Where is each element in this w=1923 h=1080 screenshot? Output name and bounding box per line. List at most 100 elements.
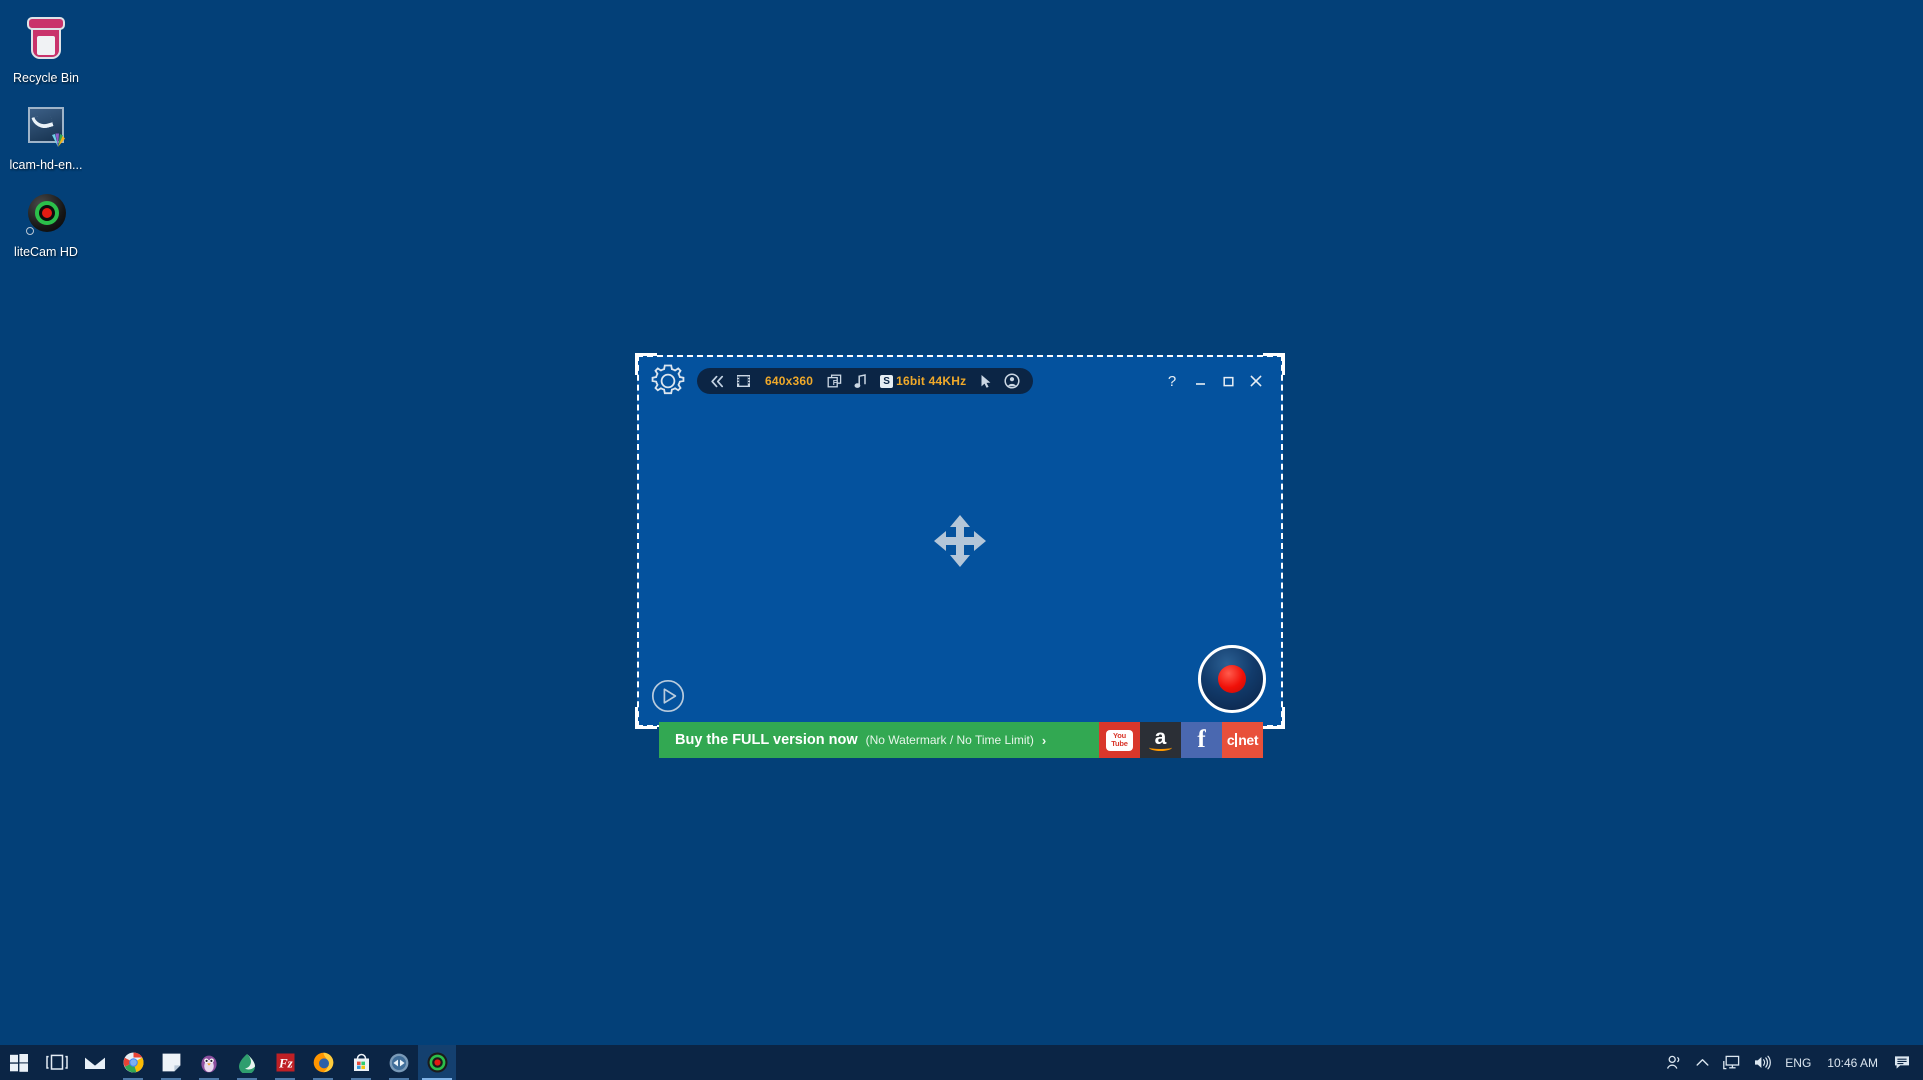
- amazon-button[interactable]: a: [1140, 722, 1181, 758]
- taskbar-item-filezilla[interactable]: Fz: [266, 1045, 304, 1080]
- desktop-icon-label: Recycle Bin: [13, 71, 79, 85]
- desktop-icon-list: Recycle Bin lcam-hd-en... liteCam HD: [0, 0, 110, 261]
- speaker-icon: [1755, 1055, 1772, 1070]
- amazon-smile: [1149, 744, 1172, 751]
- youtube-line-2: Tube: [1111, 739, 1128, 748]
- help-button[interactable]: ?: [1159, 368, 1185, 394]
- close-button[interactable]: [1243, 368, 1269, 394]
- litecam-hd-icon: [22, 190, 70, 238]
- resize-handle-bottom-right[interactable]: [1263, 707, 1285, 729]
- promo-main-text: Buy the FULL version now: [675, 732, 858, 748]
- promo-banner[interactable]: Buy the FULL version now (No Watermark /…: [659, 722, 1263, 758]
- move-region-handle[interactable]: [931, 512, 989, 570]
- tray-volume-button[interactable]: [1747, 1045, 1778, 1080]
- maps-icon: [239, 1053, 255, 1073]
- taskbar-item-start-button[interactable]: [0, 1045, 38, 1080]
- webcam-overlay-button[interactable]: [1000, 368, 1024, 394]
- notifications-icon: [1895, 1056, 1909, 1069]
- capture-region[interactable]: 640x360 F S 16bit 44KHz ?: [635, 353, 1285, 729]
- installer-icon: [22, 103, 70, 151]
- facebook-button[interactable]: f: [1181, 722, 1222, 758]
- record-button[interactable]: [1198, 645, 1266, 713]
- youtube-icon: You Tube: [1106, 729, 1133, 751]
- cursor-arrow-icon: [981, 374, 991, 388]
- microsoft-store-icon: [353, 1053, 369, 1071]
- cnet-right: net: [1238, 732, 1259, 748]
- mail-icon: [84, 1056, 106, 1069]
- music-note-icon: [854, 373, 866, 388]
- tray-language-indicator[interactable]: ENG: [1778, 1045, 1818, 1080]
- taskbar-item-penguin-app[interactable]: [190, 1045, 228, 1080]
- youtube-button[interactable]: You Tube: [1099, 722, 1140, 758]
- tray-network-button[interactable]: [1716, 1045, 1747, 1080]
- maximize-button[interactable]: [1215, 368, 1241, 394]
- cnet-left: c: [1226, 732, 1235, 748]
- minimize-button[interactable]: [1187, 368, 1213, 394]
- chevron-up-icon: [1696, 1059, 1709, 1066]
- gear-icon: [651, 364, 685, 395]
- settings-button[interactable]: [645, 358, 691, 404]
- desktop-icon-label: liteCam HD: [14, 245, 78, 259]
- double-chevron-left-icon: [711, 375, 724, 387]
- move-four-arrows-icon: [934, 515, 986, 567]
- svg-text:F: F: [833, 378, 838, 387]
- film-strip-icon: [737, 375, 750, 387]
- toolbar-pill: 640x360 F S 16bit 44KHz: [697, 368, 1034, 394]
- audio-settings-button[interactable]: [849, 368, 871, 394]
- audio-format-control[interactable]: S 16bit 44KHz: [874, 374, 972, 388]
- taskbar-item-microsoft-store[interactable]: [342, 1045, 380, 1080]
- recorder-toolbar: 640x360 F S 16bit 44KHz ?: [639, 357, 1281, 405]
- network-monitor-icon: [1723, 1055, 1740, 1070]
- play-button[interactable]: [651, 679, 685, 713]
- amazon-icon: a: [1149, 727, 1172, 751]
- tray-show-hidden-button[interactable]: [1689, 1045, 1716, 1080]
- frame-f-icon: F: [827, 374, 842, 388]
- taskbar-item-teamviewer[interactable]: [380, 1045, 418, 1080]
- tray-clock[interactable]: 10:46 AM: [1818, 1056, 1887, 1070]
- teamviewer-icon: [389, 1053, 409, 1072]
- cnet-button[interactable]: c net: [1222, 722, 1263, 758]
- promo-text-area[interactable]: Buy the FULL version now (No Watermark /…: [659, 722, 1099, 758]
- window-controls: ?: [1159, 368, 1281, 394]
- taskbar-item-firefox[interactable]: [304, 1045, 342, 1080]
- audio-source-badge: S: [880, 374, 894, 388]
- firefox-icon: [313, 1052, 333, 1073]
- filezilla-icon: Fz: [276, 1053, 294, 1072]
- play-circle-icon: [651, 679, 685, 713]
- fan-glyph: [52, 133, 65, 147]
- penguin-icon: [201, 1055, 217, 1072]
- taskbar: Fz ENG 10:46 AM: [0, 1045, 1923, 1080]
- desktop-icon-installer[interactable]: lcam-hd-en...: [0, 97, 92, 174]
- sticky-notes-icon: [162, 1053, 180, 1072]
- people-icon: [1667, 1055, 1680, 1069]
- close-icon: [1250, 375, 1262, 387]
- svg-text:Fz: Fz: [278, 1056, 294, 1071]
- maximize-icon: [1222, 376, 1234, 386]
- taskbar-item-chrome[interactable]: [114, 1045, 152, 1080]
- cursor-capture-button[interactable]: [975, 368, 997, 394]
- recycle-bin-icon: [22, 16, 70, 64]
- resolution-label[interactable]: 640x360: [758, 374, 820, 388]
- promo-arrow-icon: ›: [1041, 732, 1047, 748]
- promo-sub-text: (No Watermark / No Time Limit): [865, 733, 1034, 747]
- collapse-toolbar-button[interactable]: [706, 368, 729, 394]
- frame-mode-button[interactable]: F: [823, 368, 846, 394]
- cnet-icon: c net: [1226, 732, 1259, 748]
- taskbar-item-mail[interactable]: [76, 1045, 114, 1080]
- minimize-icon: [1195, 382, 1205, 385]
- tray-people-button[interactable]: [1659, 1045, 1689, 1080]
- facebook-icon: f: [1197, 726, 1206, 753]
- taskbar-item-maps-app[interactable]: [228, 1045, 266, 1080]
- video-settings-button[interactable]: [732, 368, 755, 394]
- taskbar-apps: Fz: [0, 1045, 456, 1080]
- desktop-icon-litecam-hd[interactable]: liteCam HD: [0, 184, 92, 261]
- litecam-hd-taskbar-icon: [427, 1052, 447, 1073]
- desktop-icon-recycle-bin[interactable]: Recycle Bin: [0, 10, 92, 87]
- tray-notifications-button[interactable]: [1887, 1045, 1917, 1080]
- record-indicator-dot: [1218, 665, 1246, 693]
- chrome-icon: [123, 1052, 144, 1073]
- taskbar-item-litecam-hd[interactable]: [418, 1045, 456, 1080]
- system-tray: ENG 10:46 AM: [1659, 1045, 1923, 1080]
- taskbar-item-sticky-notes[interactable]: [152, 1045, 190, 1080]
- taskbar-item-task-view[interactable]: [38, 1045, 76, 1080]
